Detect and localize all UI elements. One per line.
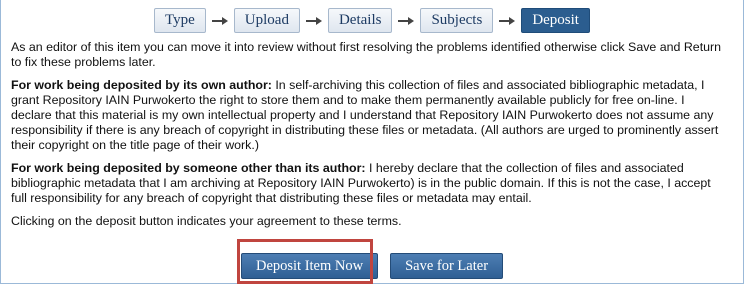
own-author-heading: For work being deposited by its own auth… [11, 78, 272, 92]
deposit-panel: Type Upload Details Subjects Deposit As … [0, 0, 744, 284]
step-upload[interactable]: Upload [233, 8, 300, 33]
deposit-item-now-button[interactable]: Deposit Item Now [240, 253, 379, 279]
step-type[interactable]: Type [154, 8, 206, 33]
right-arrow-icon [392, 9, 420, 32]
other-author-heading: For work being deposited by someone othe… [11, 161, 366, 175]
save-for-later-button[interactable]: Save for Later [390, 253, 504, 279]
right-arrow-icon [206, 9, 234, 32]
deposit-terms: As an editor of this item you can move i… [11, 40, 727, 237]
step-subjects[interactable]: Subjects [420, 8, 494, 33]
step-deposit[interactable]: Deposit [521, 8, 590, 33]
agreement-text: Clicking on the deposit button indicates… [11, 214, 402, 228]
editor-intro-text: As an editor of this item you can move i… [11, 40, 722, 69]
workflow-steps: Type Upload Details Subjects Deposit [1, 8, 743, 33]
own-author-paragraph: For work being deposited by its own auth… [11, 78, 727, 153]
other-author-paragraph: For work being deposited by someone othe… [11, 161, 727, 206]
right-arrow-icon [493, 9, 521, 32]
step-details[interactable]: Details [327, 8, 393, 33]
right-arrow-icon [300, 9, 328, 32]
action-buttons: Deposit Item Now Save for Later [1, 253, 743, 279]
